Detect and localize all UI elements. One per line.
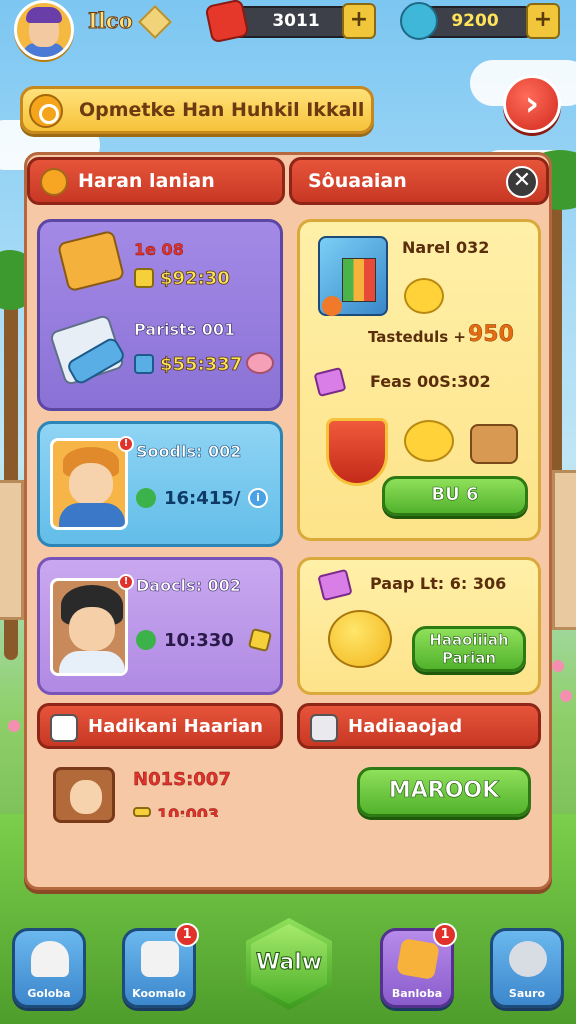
close-button[interactable]: ✕ xyxy=(506,166,538,198)
offer-card[interactable]: Paap Lt: 6: 306 Haaoiiiah Parian xyxy=(297,557,541,695)
hammer-icon xyxy=(50,714,78,742)
house xyxy=(0,480,24,620)
notification-badge: 1 xyxy=(433,923,457,947)
right-footer-header: Hadiaaojad xyxy=(297,703,541,749)
bell-icon xyxy=(328,610,392,668)
flower xyxy=(552,660,564,672)
item-count: Parists 001 xyxy=(134,320,236,340)
bundle-card[interactable]: Narel 032 Tasteduls + 950 Feas 00S:302 B… xyxy=(297,219,541,541)
home-icon xyxy=(31,941,69,977)
left-footer-title: Hadikani Haarian xyxy=(88,716,263,737)
main-action-label: Walw xyxy=(255,950,323,976)
clover-icon xyxy=(136,630,156,650)
chick-icon xyxy=(404,278,444,314)
tasted-label: Tasteduls + xyxy=(368,328,466,346)
cards-icon xyxy=(396,937,440,981)
footer-face xyxy=(70,780,102,814)
footer-item-name: N01S:007 xyxy=(133,769,231,790)
shield-icon xyxy=(326,418,388,486)
character-portrait xyxy=(50,578,128,676)
pet-icon xyxy=(509,941,547,977)
quest-icon xyxy=(29,94,63,128)
fish-coin-icon xyxy=(400,2,438,40)
nav-pet-button[interactable]: Sauro xyxy=(490,928,564,1008)
character-face xyxy=(69,607,115,651)
notification-badge: 1 xyxy=(175,923,199,947)
next-button[interactable]: › xyxy=(503,75,561,133)
character-card[interactable]: ! Soodls: 002 16:415/ i xyxy=(37,421,283,547)
gear-star-icon xyxy=(40,168,68,196)
coin-icon xyxy=(134,268,154,288)
house xyxy=(552,470,576,630)
buy-button[interactable]: BU 6 xyxy=(382,476,528,516)
tasted-value: 950 xyxy=(468,322,514,347)
coin-icon xyxy=(133,807,151,817)
cube-blocks xyxy=(342,258,376,302)
quest-text: Opmetke Han Huhkil Ikkall xyxy=(79,99,365,121)
ticket-icon xyxy=(317,568,353,602)
right-panel-header: Sôuaaian ✕ xyxy=(289,157,549,205)
flower xyxy=(560,690,572,702)
info-icon[interactable]: i xyxy=(248,488,268,508)
item-card[interactable]: 1e 08 $92:30 Parists 001 $55:337 xyxy=(37,219,283,411)
character-portrait xyxy=(50,438,128,530)
offer-name: Paap Lt: 6: 306 xyxy=(370,574,507,593)
character-price: 16:415/ xyxy=(164,488,241,509)
nav-chat-button[interactable]: 1 Koomalo xyxy=(122,923,199,1008)
left-footer-header: Hadikani Haarian xyxy=(37,703,283,749)
chest-icon xyxy=(470,424,518,464)
player-name: Ilco xyxy=(88,8,134,34)
chat-icon xyxy=(141,941,179,977)
pig-icon xyxy=(246,352,274,374)
nav-label: Banloba xyxy=(391,987,443,1000)
alert-badge: ! xyxy=(118,436,134,452)
controller-icon xyxy=(310,714,338,742)
character-face xyxy=(69,463,113,505)
bundle-name: Narel 032 xyxy=(402,238,490,257)
duck-icon xyxy=(404,420,454,462)
character-card[interactable]: ! Daocls: 002 10:330 xyxy=(37,557,283,695)
feas-label: Feas 00S:302 xyxy=(370,372,491,391)
nav-cards-button[interactable]: 1 Banloba xyxy=(380,923,457,1008)
nav-label: Sauro xyxy=(508,987,546,1000)
card-icon xyxy=(134,354,154,374)
nav-label: Goloba xyxy=(27,987,71,1000)
player-avatar[interactable] xyxy=(14,0,74,60)
character-name: Soodls: 002 xyxy=(136,442,242,462)
left-panel-title: Haran lanian xyxy=(78,170,215,192)
character-price: 10:330 xyxy=(164,630,234,651)
left-panel-header: Haran lanian xyxy=(27,157,285,205)
right-footer-title: Hadiaaojad xyxy=(348,716,463,737)
item-count: 1e 08 xyxy=(134,240,184,259)
right-panel-title: Sôuaaian xyxy=(308,170,407,192)
alert-badge: ! xyxy=(118,574,134,590)
footer-portrait xyxy=(53,767,115,823)
ticket-icon xyxy=(204,0,250,44)
item-price: $92:30 xyxy=(160,268,231,290)
add-coins-button[interactable]: + xyxy=(526,3,560,39)
offer-button[interactable]: Haaoiiiah Parian xyxy=(412,626,526,672)
shop-panel: Haran lanian Sôuaaian ✕ 1e 08 $92:30 Par… xyxy=(24,152,552,890)
character-shirt xyxy=(59,651,125,673)
chevron-right-icon: › xyxy=(524,84,539,124)
diamond-icon xyxy=(138,5,172,39)
nav-home-button[interactable]: Goloba xyxy=(12,928,86,1008)
flower xyxy=(8,720,20,732)
character-shirt xyxy=(59,503,125,527)
add-ticket-button[interactable]: + xyxy=(342,3,376,39)
avatar-hair xyxy=(26,7,62,23)
nav-label: Koomalo xyxy=(132,987,186,1000)
clover-icon xyxy=(136,488,156,508)
footer-item-price: 10:003 xyxy=(157,805,220,817)
quest-banner[interactable]: Opmetke Han Huhkil Ikkall xyxy=(20,86,374,134)
ticket-icon xyxy=(313,366,347,398)
crate-icon xyxy=(56,229,126,293)
item-price: $55:337 xyxy=(160,354,243,376)
marook-button[interactable]: MAROOK xyxy=(357,767,531,817)
character-name: Daocls: 002 xyxy=(136,576,242,596)
flower-icon xyxy=(322,296,342,316)
dice-icon xyxy=(247,627,273,653)
